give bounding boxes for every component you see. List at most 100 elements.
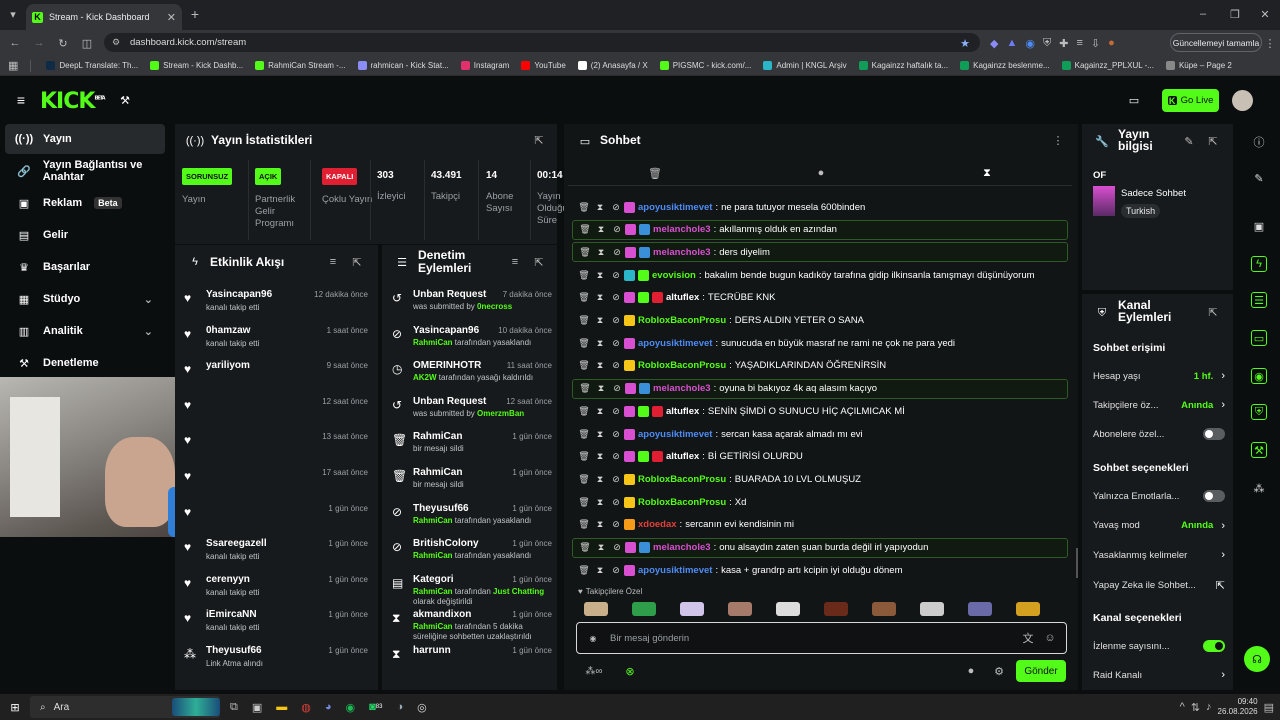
moderation-user[interactable]: RahmiCan (413, 587, 453, 596)
wrench-icon[interactable]: ⚒ (1251, 442, 1267, 458)
delete-message-icon[interactable]: 🗑 (576, 497, 592, 508)
chat-icon[interactable]: ● (814, 166, 828, 180)
ban-user-icon[interactable]: ⊘ (609, 542, 625, 553)
emote-icon[interactable] (872, 602, 896, 616)
timeout-user-icon[interactable]: ⧗ (593, 542, 609, 553)
channel-setting-row[interactable]: Yasaklanmış kelimeler › (1093, 549, 1225, 561)
taskbar-search[interactable]: ⌕ Ara (30, 696, 220, 718)
delete-message-icon[interactable]: 🗑 (577, 542, 593, 553)
task-view-icon[interactable]: ⧉ (230, 701, 238, 714)
tray-chevron-icon[interactable]: ^ (1180, 701, 1185, 713)
edit-icon[interactable]: ✎ (1182, 134, 1196, 148)
popout-icon[interactable]: ⇱ (1206, 134, 1220, 148)
timeout-user-icon[interactable]: ⧗ (592, 360, 608, 371)
bookmark-star-icon[interactable]: ★ (958, 36, 972, 50)
emote-icon[interactable] (824, 602, 848, 616)
broadcast-icon[interactable]: ◉ (1251, 368, 1267, 384)
moderation-user[interactable]: 0necross (477, 302, 512, 311)
apps-grid-icon[interactable]: ▦ (8, 59, 18, 72)
moderation-user[interactable]: RahmiCan (413, 551, 453, 560)
timeout-user-icon[interactable]: ⧗ (592, 565, 608, 576)
url-field[interactable]: dashboard.kick.com/stream (104, 33, 980, 52)
emote-icon[interactable] (920, 602, 944, 616)
channel-setting-row[interactable]: Hesap yaşı 1 hf. › (1093, 370, 1225, 382)
bookmark-item[interactable]: rahmican - Kick Stat... (357, 61, 449, 70)
chat-menu-icon[interactable]: ⋮ (1052, 133, 1064, 147)
chat-username[interactable]: altuflex (666, 292, 699, 303)
delete-message-icon[interactable]: 🗑 (576, 406, 592, 417)
setting-control[interactable] (1203, 640, 1225, 652)
file-explorer-icon[interactable]: ▣ (252, 701, 262, 714)
emote-icon[interactable] (728, 602, 752, 616)
chat-username[interactable]: apoyusiktimevet (638, 429, 712, 440)
emote-icon[interactable] (632, 602, 656, 616)
emote-icon[interactable] (680, 602, 704, 616)
bookmark-item[interactable]: Kagainzz haftalık ta... (858, 61, 948, 70)
extension-icon[interactable]: ◉ (1025, 35, 1035, 51)
popout-icon[interactable]: ⇱ (350, 255, 364, 269)
chevron-down-icon[interactable]: ⌄ (144, 293, 153, 306)
ban-user-icon[interactable]: ⊘ (608, 292, 624, 303)
moderation-user[interactable]: RahmiCan (413, 516, 453, 525)
ban-user-icon[interactable]: ⊘ (608, 497, 624, 508)
chat-username[interactable]: evovision (652, 270, 696, 281)
lightning-icon[interactable]: ϟ (1251, 256, 1267, 272)
bookmark-item[interactable]: Kagainzz beslenme... (960, 61, 1050, 70)
toggle-switch[interactable] (1203, 428, 1225, 440)
timeout-user-icon[interactable]: ⧗ (593, 383, 609, 394)
delete-message-icon[interactable]: 🗑 (576, 360, 592, 371)
chat-username[interactable]: RobloxBaconProsu (638, 360, 726, 371)
delete-message-icon[interactable]: 🗑 (576, 519, 592, 530)
chevron-down-icon[interactable]: ⌄ (144, 325, 153, 338)
delete-message-icon[interactable]: 🗑 (577, 224, 593, 235)
timeout-user-icon[interactable]: ⧗ (592, 429, 608, 440)
chat-username[interactable]: apoyusiktimevet (638, 565, 712, 576)
camera-icon[interactable]: ▣ (1251, 218, 1267, 234)
steam-icon[interactable]: ◑ (396, 701, 403, 714)
channel-setting-row[interactable]: Takipçilere öz... Anında › (1093, 399, 1225, 411)
obs-icon[interactable]: ◎ (417, 701, 427, 714)
setting-control[interactable]: Anında › (1181, 520, 1225, 532)
chat-username[interactable]: xdoedax (638, 519, 677, 530)
chrome-icon[interactable]: ◍ (301, 701, 311, 714)
setting-control[interactable]: ⇱ (1216, 579, 1225, 592)
popout-icon[interactable]: ⇱ (532, 133, 546, 147)
clock[interactable]: 09:40 26.08.2026 (1218, 697, 1258, 717)
setting-control[interactable]: 1 hf. › (1194, 370, 1225, 382)
moderation-category[interactable]: Just Chatting (493, 587, 544, 596)
reload-icon[interactable]: ↻ (56, 36, 70, 50)
list-icon[interactable]: ☰ (1251, 292, 1267, 308)
chat-username[interactable]: RobloxBaconProsu (638, 497, 726, 508)
window-close-icon[interactable]: ✕ (1258, 7, 1272, 21)
toggle-switch[interactable] (1203, 640, 1225, 652)
send-button[interactable]: Gönder (1016, 660, 1066, 682)
profile-icon[interactable]: ● (1108, 35, 1115, 51)
moderation-user[interactable]: RahmiCan (413, 338, 453, 347)
new-tab-icon[interactable]: + (188, 6, 202, 22)
info-icon[interactable]: ⓘ (1251, 134, 1267, 150)
ban-user-icon[interactable]: ⊘ (608, 474, 624, 485)
timeout-user-icon[interactable]: ⧗ (592, 315, 608, 326)
chat-username[interactable]: RobloxBaconProsu (638, 315, 726, 326)
chat-scrollbar[interactable] (1076, 548, 1078, 578)
translate-icon[interactable]: 文 (1021, 632, 1035, 645)
bookmark-item[interactable]: Instagram (460, 61, 509, 70)
ban-user-icon[interactable]: ⊘ (609, 224, 625, 235)
setting-control[interactable]: › (1221, 549, 1225, 561)
timeout-user-icon[interactable]: ⧗ (592, 338, 608, 349)
moderation-user[interactable]: OmerzmBan (477, 409, 524, 418)
kick-logo[interactable]: KICKBETA (40, 89, 106, 114)
list-icon[interactable]: ≡ (1076, 35, 1082, 51)
delete-message-icon[interactable]: 🗑 (576, 451, 592, 462)
ban-user-icon[interactable]: ⊘ (608, 360, 624, 371)
delete-message-icon[interactable]: 🗑 (577, 247, 593, 258)
download-icon[interactable]: ⇩ (1091, 35, 1100, 51)
bookmark-item[interactable]: YouTube (521, 61, 566, 70)
pencil-icon[interactable]: ✎ (1251, 170, 1267, 186)
hourglass-icon[interactable]: ⧗ (980, 166, 994, 180)
emoji-icon[interactable]: ☺ (1043, 632, 1057, 644)
chat-username[interactable]: melanchole3 (653, 224, 711, 235)
shield-icon[interactable]: ⛨ (1251, 404, 1267, 420)
whatsapp-icon[interactable]: ◙ 83 (369, 701, 382, 714)
tab-menu-icon[interactable]: ▾ (6, 7, 20, 21)
